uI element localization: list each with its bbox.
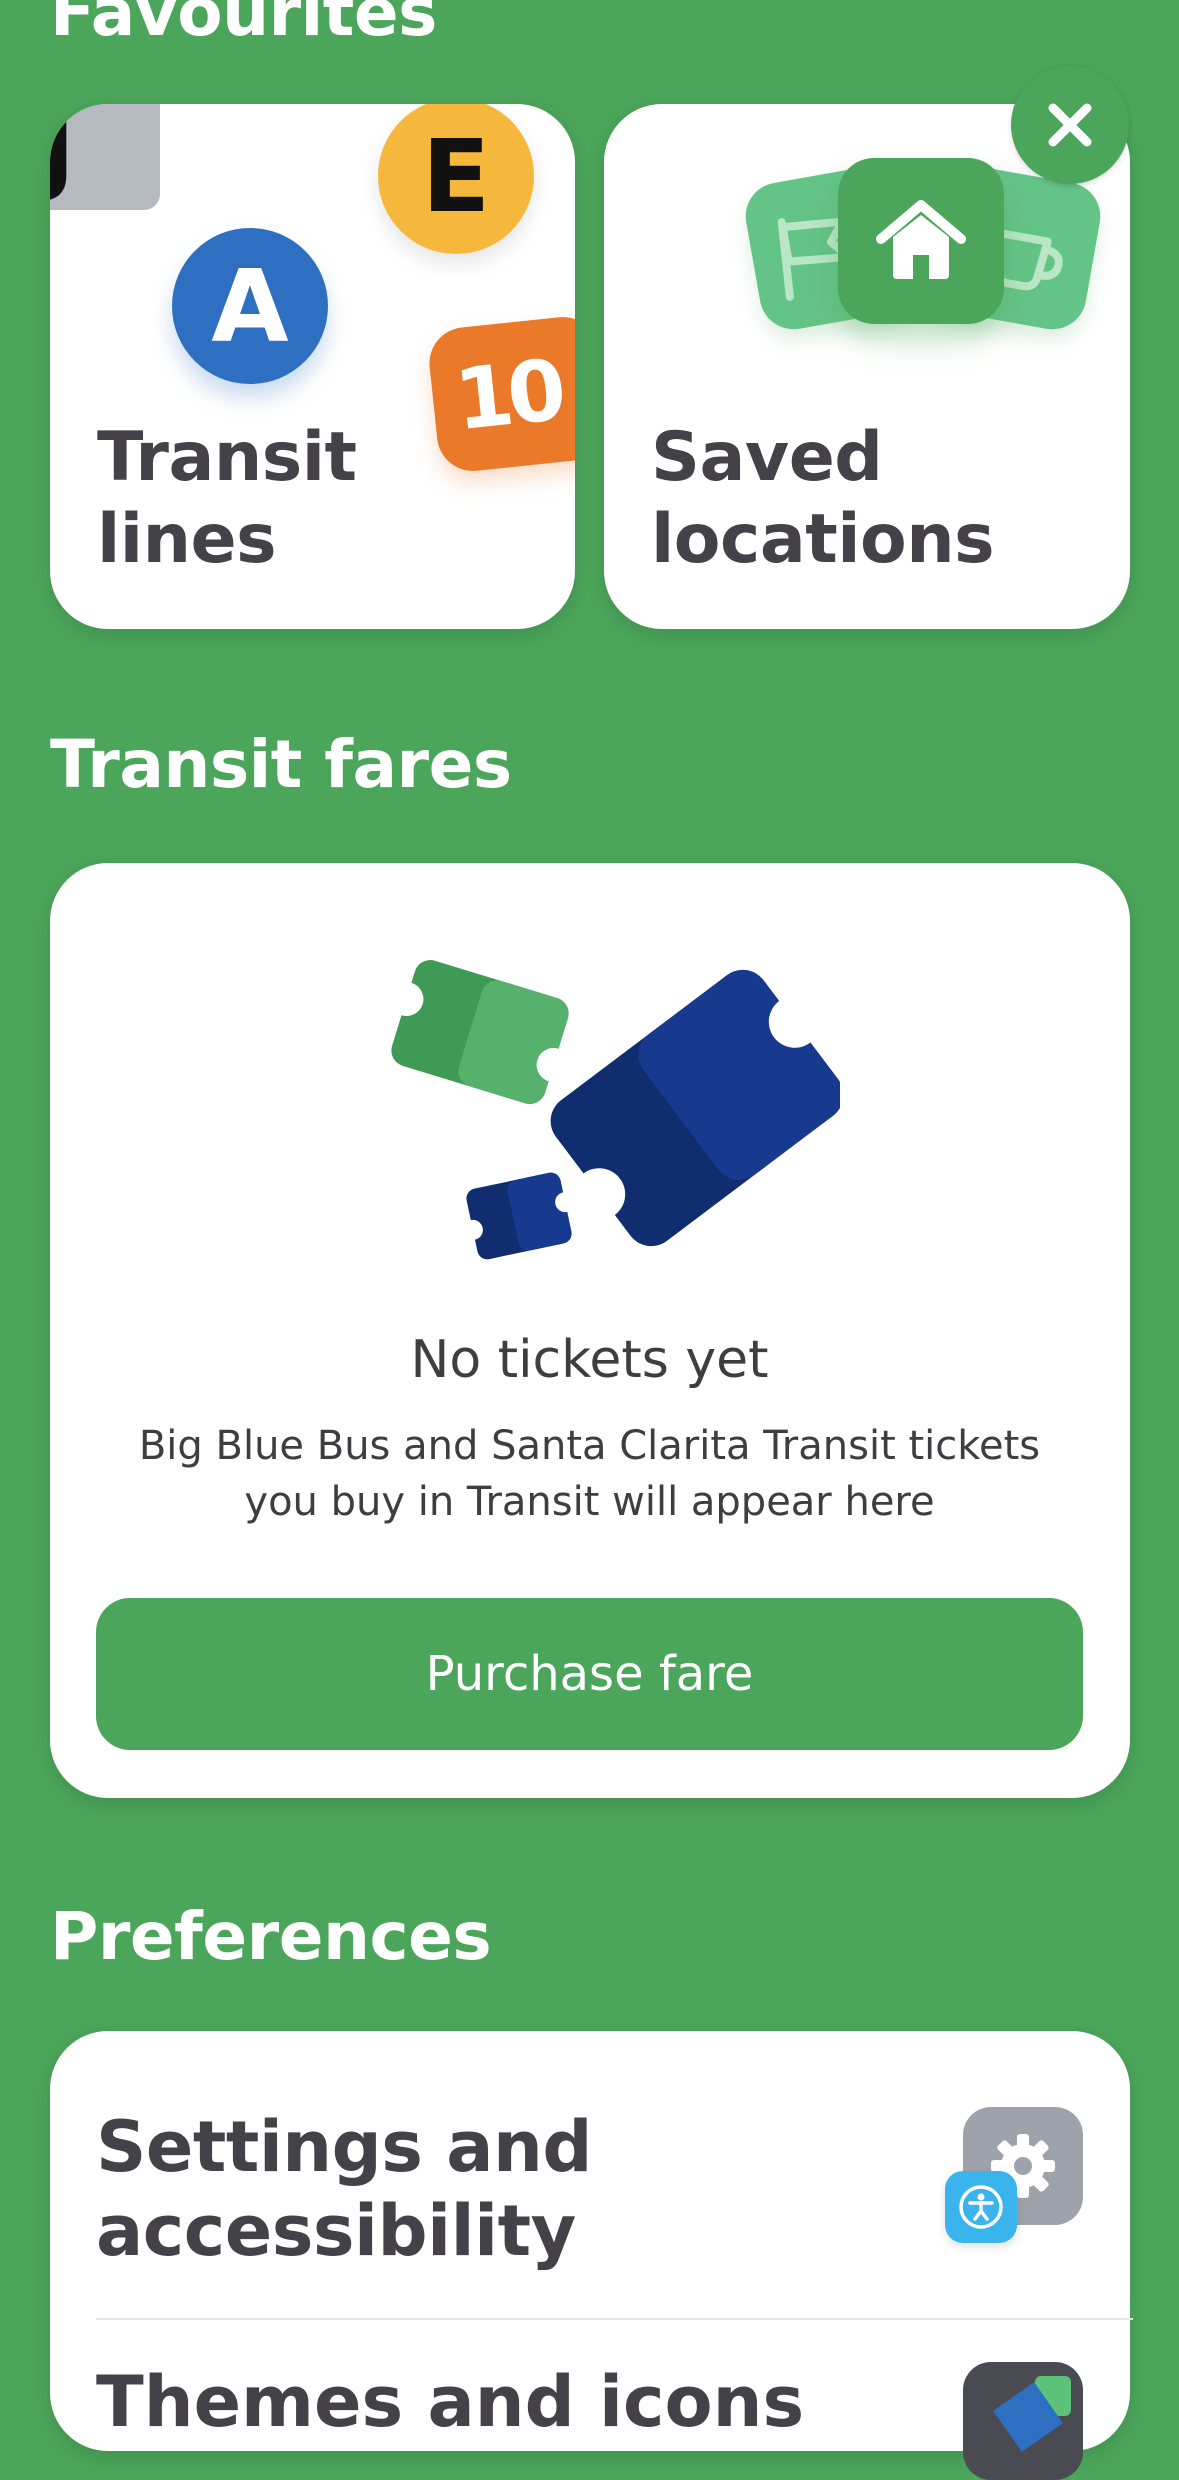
transit-lines-card[interactable]: J E A 10 Transit lines [50, 104, 575, 629]
accessibility-icon [959, 2185, 1003, 2229]
close-button[interactable] [1011, 66, 1129, 184]
no-tickets-title: No tickets yet [410, 1330, 769, 1390]
transit-fares-title: Transit fares [50, 726, 512, 803]
green-ticket [389, 959, 571, 1105]
theme-icon [963, 2362, 1083, 2480]
preferences-divider [96, 2318, 1133, 2320]
line-badge-j: J [50, 104, 160, 210]
transit-lines-label: Transit lines [97, 418, 357, 579]
tickets-illustration [389, 959, 840, 1260]
blue-ticket-small [462, 1172, 576, 1260]
favourites-title: Favourites [50, 0, 437, 51]
saved-locations-label: Saved locations [651, 418, 995, 579]
close-icon [1048, 103, 1092, 147]
purchase-fare-button[interactable]: Purchase fare [96, 1598, 1083, 1750]
settings-accessibility-label: Settings and accessibility [96, 2106, 592, 2272]
home-tile [838, 158, 1004, 324]
saved-locations-card[interactable]: Saved locations [604, 104, 1130, 629]
home-icon [876, 200, 966, 279]
line-badge-a: A [172, 228, 328, 384]
themes-icons-label: Themes and icons [96, 2361, 805, 2443]
preferences-title: Preferences [50, 1898, 492, 1975]
line-badge-e: E [378, 104, 534, 254]
no-tickets-description: Big Blue Bus and Santa Clarita Transit t… [138, 1423, 1041, 1525]
accessibility-badge [945, 2171, 1017, 2243]
